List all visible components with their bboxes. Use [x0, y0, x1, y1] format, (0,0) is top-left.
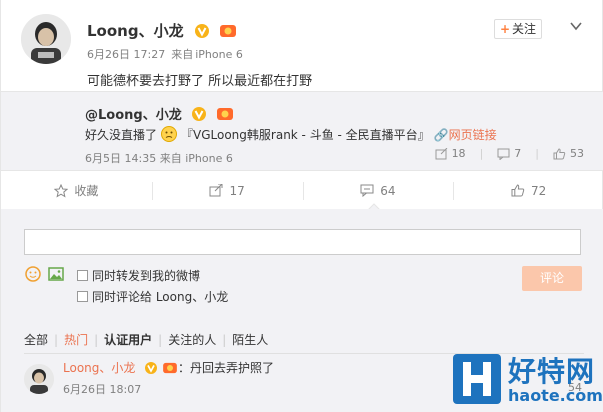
author-name-text[interactable]: Loong、小龙: [87, 22, 184, 40]
repost-author[interactable]: @Loong、小龙: [85, 104, 233, 123]
like-count: 72: [530, 183, 547, 198]
post-date[interactable]: 6月26日 17:27: [87, 48, 165, 61]
emoji-icon[interactable]: [25, 266, 41, 282]
repost-comment-stat[interactable]: 7: [497, 147, 521, 160]
commenter-name-text[interactable]: Loong、小龙: [63, 361, 135, 375]
post-text: 可能德杯要去打野了 所以最近都在打野: [87, 74, 313, 89]
repost-stats: 18 | 7 | 53: [435, 147, 584, 160]
repost-mention[interactable]: @Loong、小龙: [85, 108, 182, 123]
author-avatar[interactable]: [21, 14, 71, 64]
tab-all[interactable]: 全部: [24, 331, 48, 348]
repost-checkbox[interactable]: [77, 270, 88, 281]
comment-count: 64: [380, 183, 396, 198]
repost-button[interactable]: 17: [151, 172, 303, 209]
author-name[interactable]: Loong、小龙: [87, 20, 237, 41]
repost-like-count: 53: [570, 147, 584, 160]
repost-source-prefix: 来自: [159, 152, 182, 165]
star-icon: [54, 183, 69, 198]
comment-text: ：丹回去弄护照了: [178, 361, 275, 375]
repost-text-after: 『VGLoong韩服rank - 斗鱼 - 全民直播平台』: [181, 128, 430, 142]
repost-text-before: 好久没直播了: [85, 128, 158, 142]
repost-icon: [435, 147, 447, 159]
chevron-down-icon[interactable]: [570, 20, 582, 32]
comment-icon: [497, 148, 510, 160]
repost-meta: 6月5日 14:35 来自 iPhone 6: [85, 150, 233, 166]
commenter-avatar[interactable]: [24, 364, 54, 394]
repost-repost-stat[interactable]: 18: [435, 147, 466, 160]
repost-text: 好久没直播了 『VGLoong韩服rank - 斗鱼 - 全民直播平台』 🔗网页链接: [85, 126, 497, 143]
weibo-post-card: Loong、小龙 6月26日 17:27 来自 iPhone 6 可能德杯要去打野了…: [0, 0, 603, 412]
submit-comment-button[interactable]: 评论: [522, 266, 582, 291]
web-link-label[interactable]: 网页链接: [449, 128, 497, 142]
tab-following[interactable]: 关注的人: [168, 331, 216, 348]
follow-button[interactable]: + 关注: [494, 19, 542, 39]
repost-repost-count: 18: [451, 147, 466, 160]
comment-filter-tabs: 全部 | 热门 | 认证用户 | 关注的人 | 陌生人: [24, 331, 269, 348]
repost-date[interactable]: 6月5日 14:35: [85, 152, 156, 165]
comment-option-label: 同时评论给 Loong、小龙: [92, 290, 229, 304]
comment-icon: [360, 184, 374, 197]
follow-label: 关注: [512, 22, 537, 36]
post-source[interactable]: iPhone 6: [195, 48, 243, 61]
image-icon[interactable]: [48, 266, 64, 282]
tab-strangers[interactable]: 陌生人: [232, 331, 268, 348]
comment-checkbox[interactable]: [77, 291, 88, 302]
tab-verified[interactable]: 认证用户: [104, 331, 152, 348]
repost-count: 17: [229, 183, 245, 198]
watermark: 好特网 haote.com: [453, 350, 603, 410]
thumbs-up-icon: [511, 184, 525, 197]
post-source-prefix: 来自: [171, 48, 194, 61]
comment-input[interactable]: [24, 229, 581, 255]
link-icon: 🔗: [433, 128, 449, 142]
watermark-logo: [453, 354, 501, 404]
repost-comment-count: 7: [514, 147, 522, 160]
favorite-label: 收藏: [74, 184, 99, 198]
web-link[interactable]: 🔗网页链接: [434, 128, 497, 142]
comment-time: 6月26日 18:07: [63, 383, 142, 396]
sad-face-emoji-icon: [161, 126, 178, 142]
plus-icon: +: [499, 22, 511, 36]
comment-to-author-option[interactable]: 同时评论给 Loong、小龙: [77, 288, 228, 305]
reposted-content: @Loong、小龙 好久没直播了 『VGLoong韩服rank - 斗鱼 - 全民…: [1, 91, 603, 171]
verified-v-icon: [145, 362, 158, 374]
tab-hot[interactable]: 热门: [64, 331, 88, 348]
repost-to-my-weibo-option[interactable]: 同时转发到我的微博: [77, 267, 200, 284]
post-meta: 6月26日 17:27 来自 iPhone 6: [87, 46, 249, 62]
repost-option-label: 同时转发到我的微博: [92, 269, 201, 283]
verified-v-icon: [192, 107, 207, 121]
watermark-url: haote.com: [508, 386, 603, 405]
repost-like-stat[interactable]: 53: [553, 147, 584, 160]
like-button[interactable]: 72: [453, 172, 603, 209]
commenter-name[interactable]: Loong、小龙: [63, 359, 177, 376]
member-badge-icon: [163, 362, 177, 374]
repost-icon: [209, 184, 223, 197]
thumbs-up-icon: [553, 147, 566, 159]
member-badge-icon: [220, 25, 237, 37]
repost-source[interactable]: iPhone 6: [185, 152, 233, 165]
favorite-button[interactable]: 收藏: [1, 172, 152, 209]
member-badge-icon: [216, 108, 233, 120]
verified-v-icon: [194, 24, 209, 38]
action-bar: 收藏 17 64 72: [1, 172, 603, 210]
watermark-text: 好特网: [508, 355, 596, 388]
